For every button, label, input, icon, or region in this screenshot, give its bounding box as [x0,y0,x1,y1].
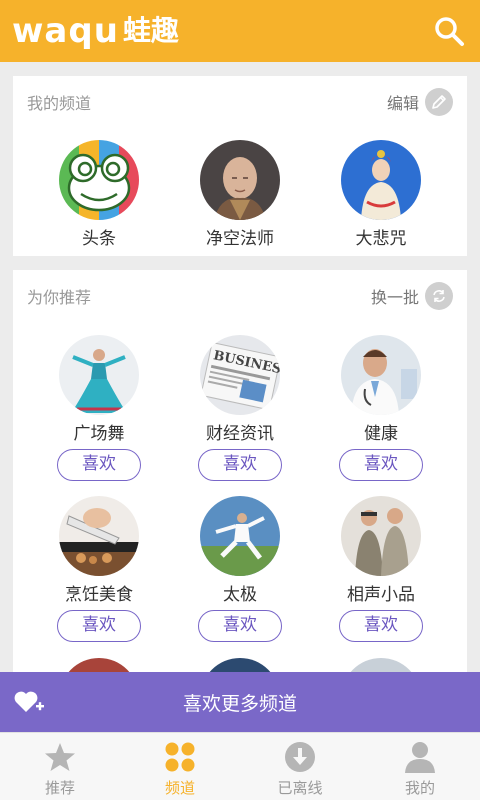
bottom-nav: 推荐 频道 已离线 我的 [0,732,480,800]
search-button[interactable] [432,14,466,48]
my-channels-header: 我的频道 编辑 [13,76,467,128]
tab-channels[interactable]: 频道 [120,733,240,800]
edit-button[interactable]: 编辑 [387,88,453,116]
person-icon [405,742,435,773]
channel-label: 大悲咒 [355,229,407,249]
cooking-photo-icon[interactable] [59,496,139,576]
app-logo: waqu 蛙趣 [12,14,179,48]
recommend-label: 烹饪美食 [65,585,133,605]
app-header: waqu 蛙趣 [0,0,480,62]
refresh-icon [425,282,453,310]
recommend-header: 为你推荐 换一批 [13,270,467,322]
channel-label: 头条 [82,229,116,249]
recommend-label: 太极 [223,585,257,605]
dancer-photo-icon[interactable] [59,335,139,415]
recommend-item-finance: BUSINESS 财经资讯 喜欢 [165,335,315,481]
tab-mine[interactable]: 我的 [360,733,480,800]
logo-cn-text: 蛙趣 [122,14,179,47]
channel-item-mantra[interactable]: 大悲咒 [306,140,456,250]
like-button[interactable]: 喜欢 [198,610,282,642]
recommend-label: 健康 [364,424,398,444]
recommend-item-square-dance: 广场舞 喜欢 [24,335,174,481]
tab-label: 已离线 [277,779,323,797]
recommend-label: 财经资讯 [206,424,274,444]
tab-label: 频道 [164,779,195,797]
heart-plus-icon [14,691,44,712]
edit-label: 编辑 [386,94,419,113]
channel-label: 净空法师 [206,229,274,249]
taichi-photo-icon[interactable] [200,496,280,576]
like-button[interactable]: 喜欢 [339,449,423,481]
frog-logo-icon[interactable] [59,140,139,220]
recommend-card: 为你推荐 换一批 广场舞 喜欢 BUSINESS 财经资讯 喜欢 健康 喜欢 烹… [13,270,467,690]
like-more-channels-label: 喜欢更多频道 [182,692,297,715]
like-button[interactable]: 喜欢 [57,449,141,481]
business-newspaper-icon[interactable]: BUSINESS [200,335,280,415]
recommend-label: 广场舞 [73,424,125,444]
tab-label: 推荐 [44,779,75,797]
recommend-item-cooking: 烹饪美食 喜欢 [24,496,174,642]
refresh-button[interactable]: 换一批 [371,282,453,310]
like-button[interactable]: 喜欢 [198,449,282,481]
like-button[interactable]: 喜欢 [339,610,423,642]
tab-label: 我的 [404,779,435,797]
crosstalk-photo-icon[interactable] [341,496,421,576]
like-button[interactable]: 喜欢 [57,610,141,642]
monk-portrait-icon[interactable] [200,140,280,220]
recommend-item-health: 健康 喜欢 [306,335,456,481]
recommend-title: 为你推荐 [27,288,92,307]
download-icon [285,742,315,772]
like-more-channels-bar[interactable]: 喜欢更多频道 [0,672,480,732]
channel-item-headlines[interactable]: 头条 [24,140,174,250]
channel-item-master[interactable]: 净空法师 [165,140,315,250]
pencil-icon [425,88,453,116]
recommend-label: 相声小品 [347,585,415,605]
recommend-item-crosstalk: 相声小品 喜欢 [306,496,456,642]
my-channels-title: 我的频道 [27,94,92,113]
tab-recommend[interactable]: 推荐 [0,733,120,800]
search-icon [435,17,464,46]
tab-offline[interactable]: 已离线 [240,733,360,800]
logo-latin-text: waqu [12,11,119,51]
star-icon [45,743,75,771]
grid-dots-icon [165,742,195,772]
refresh-label: 换一批 [370,288,419,307]
bodhisattva-image-icon[interactable] [341,140,421,220]
recommend-item-taichi: 太极 喜欢 [165,496,315,642]
my-channels-card: 我的频道 编辑 头条 净空法师 大悲咒 [13,76,467,256]
doctor-photo-icon[interactable] [341,335,421,415]
